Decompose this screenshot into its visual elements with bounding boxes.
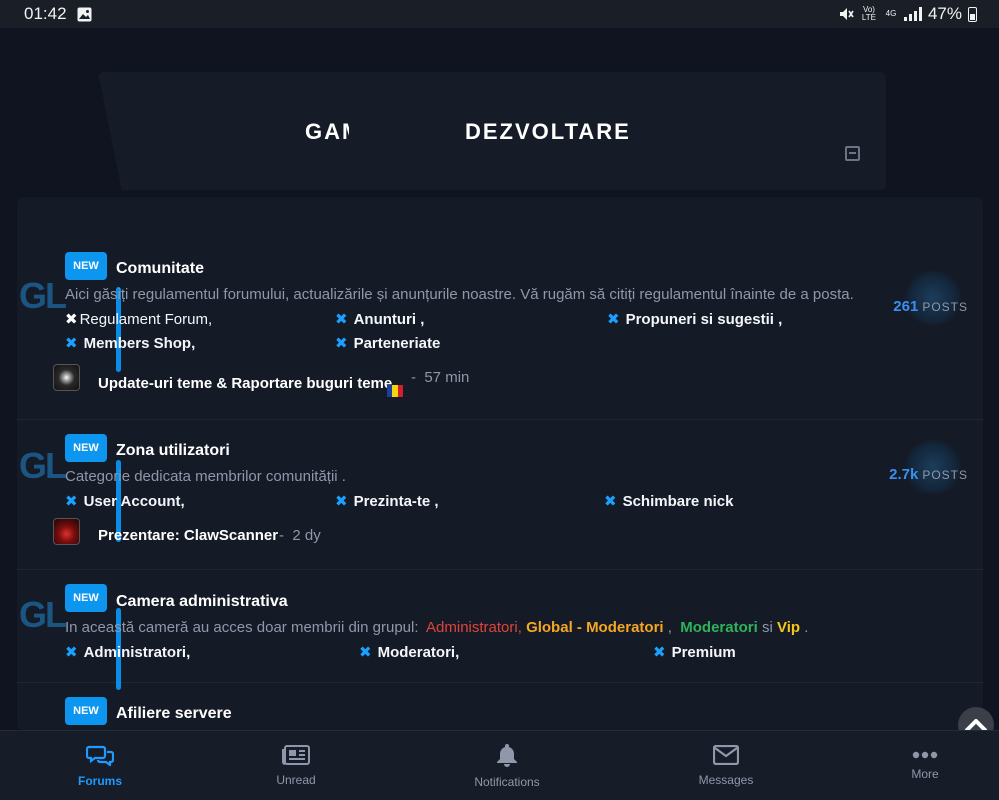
close-icon: ✖ — [65, 493, 78, 510]
new-badge: NEW — [65, 697, 107, 725]
battery-percent: 47% — [927, 4, 962, 23]
subforum-link[interactable]: ✖ Anunturi , — [335, 310, 424, 328]
role-moderator: Moderatori — [680, 619, 758, 636]
banner-title-right: DEZVOLTARE — [465, 119, 631, 144]
gallery-icon — [77, 7, 92, 21]
forum-title[interactable]: Zona utilizatori — [116, 442, 230, 460]
nav-messages[interactable]: Messages — [686, 731, 766, 800]
close-icon: ✖ — [335, 311, 348, 328]
forum-title[interactable]: Afiliere servere — [116, 705, 232, 723]
subforum-link[interactable]: ✖ Premium — [653, 643, 736, 661]
newspaper-icon — [282, 745, 310, 765]
last-post-time: - 2 dy — [279, 527, 321, 544]
role-admin: Administratori, — [426, 619, 522, 636]
new-badge: NEW — [65, 252, 107, 280]
forum-logo: GL — [19, 594, 67, 635]
close-icon: ✖ — [65, 335, 78, 352]
forum-node-camera-administrativa[interactable]: GL NEW Camera administrativa In această … — [17, 570, 983, 690]
status-right: Vo) LTE 4G 47% — [838, 4, 977, 24]
forum-node-zona-utilizatori[interactable]: GL NEW Zona utilizatori Categorie dedica… — [17, 420, 983, 570]
avatar[interactable] — [53, 518, 80, 545]
subforum-link[interactable]: ✖ Propuneri si sugestii , — [607, 310, 782, 328]
close-icon: ✖ — [65, 644, 78, 661]
forum-logo: GL — [19, 275, 67, 316]
role-vip: Vip — [776, 619, 801, 636]
nav-more[interactable]: More — [895, 731, 955, 800]
subforum-link[interactable]: ✖ Administratori, — [65, 643, 190, 661]
mute-icon — [839, 8, 854, 20]
last-post-link[interactable]: Prezentare: ClawScanner — [98, 527, 278, 544]
close-icon: ✖ — [335, 335, 348, 352]
forum-description: In această cameră au acces doar membrii … — [65, 619, 809, 636]
close-icon: ✖ — [359, 644, 372, 661]
new-badge: NEW — [65, 434, 107, 462]
battery-icon — [968, 6, 977, 22]
nav-forums[interactable]: Forums — [60, 731, 140, 800]
bottom-navigation: Forums Unread Notifications Messages Mor… — [0, 730, 999, 800]
forum-description: Categorie dedicata membrilor comunității… — [65, 468, 346, 485]
banner-title-left: GAMING — [305, 119, 349, 144]
nav-notifications[interactable]: Notifications — [462, 731, 552, 800]
forum-title[interactable]: Camera administrativa — [116, 593, 288, 611]
close-icon: ✖ — [65, 311, 78, 328]
forum-logo: GL — [19, 445, 67, 486]
more-dots-icon — [912, 751, 938, 759]
forum-node-afiliere-servere[interactable]: NEW Afiliere servere — [17, 683, 983, 730]
forum-list: GL NEW Comunitate Aici găsiți regulament… — [17, 197, 983, 730]
chat-bubbles-icon — [86, 745, 114, 766]
signal-icon — [903, 7, 922, 21]
avatar[interactable] — [53, 364, 80, 391]
forum-node-comunitate[interactable]: GL NEW Comunitate Aici găsiți regulament… — [17, 197, 983, 420]
bell-icon — [497, 744, 517, 767]
subforum-link[interactable]: ✖ Regulament Forum, — [65, 310, 212, 328]
subforum-link[interactable]: ✖ Schimbare nick — [604, 492, 733, 510]
subforum-link[interactable]: ✖ Members Shop, — [65, 334, 195, 352]
forum-title[interactable]: Comunitate — [116, 260, 204, 278]
envelope-icon — [713, 745, 739, 765]
role-global-moderator: Global - Moderatori — [526, 619, 664, 636]
subforum-link[interactable]: ✖ Moderatori, — [359, 643, 459, 661]
close-icon: ✖ — [653, 644, 666, 661]
status-bar: 01:42 Vo) LTE 4G 47% — [0, 0, 999, 28]
subforum-link[interactable]: ✖ Prezinta-te , — [335, 492, 439, 510]
close-icon: ✖ — [335, 493, 348, 510]
post-stats: 2.7k POSTS — [889, 466, 968, 483]
new-badge: NEW — [65, 584, 107, 612]
close-icon: ✖ — [604, 493, 617, 510]
nav-unread[interactable]: Unread — [256, 731, 336, 800]
last-post-time: - 57 min — [411, 369, 470, 386]
volte-indicator: Vo) LTE — [861, 5, 876, 22]
romania-flag-icon — [387, 385, 403, 397]
last-post-link[interactable]: Update-uri teme & Raportare buguri teme — [98, 375, 392, 392]
collapse-icon[interactable] — [845, 146, 860, 161]
forum-description: Aici găsiți regulamentul forumului, actu… — [65, 286, 854, 303]
post-stats: 261 POSTS — [893, 298, 968, 315]
status-time: 01:42 — [24, 4, 67, 23]
subforum-link[interactable]: ✖ User Account, — [65, 492, 185, 510]
network-indicator: 4G — [885, 9, 897, 18]
status-left: 01:42 — [24, 4, 92, 24]
subforum-link[interactable]: ✖ Parteneriate — [335, 334, 440, 352]
close-icon: ✖ — [607, 311, 620, 328]
